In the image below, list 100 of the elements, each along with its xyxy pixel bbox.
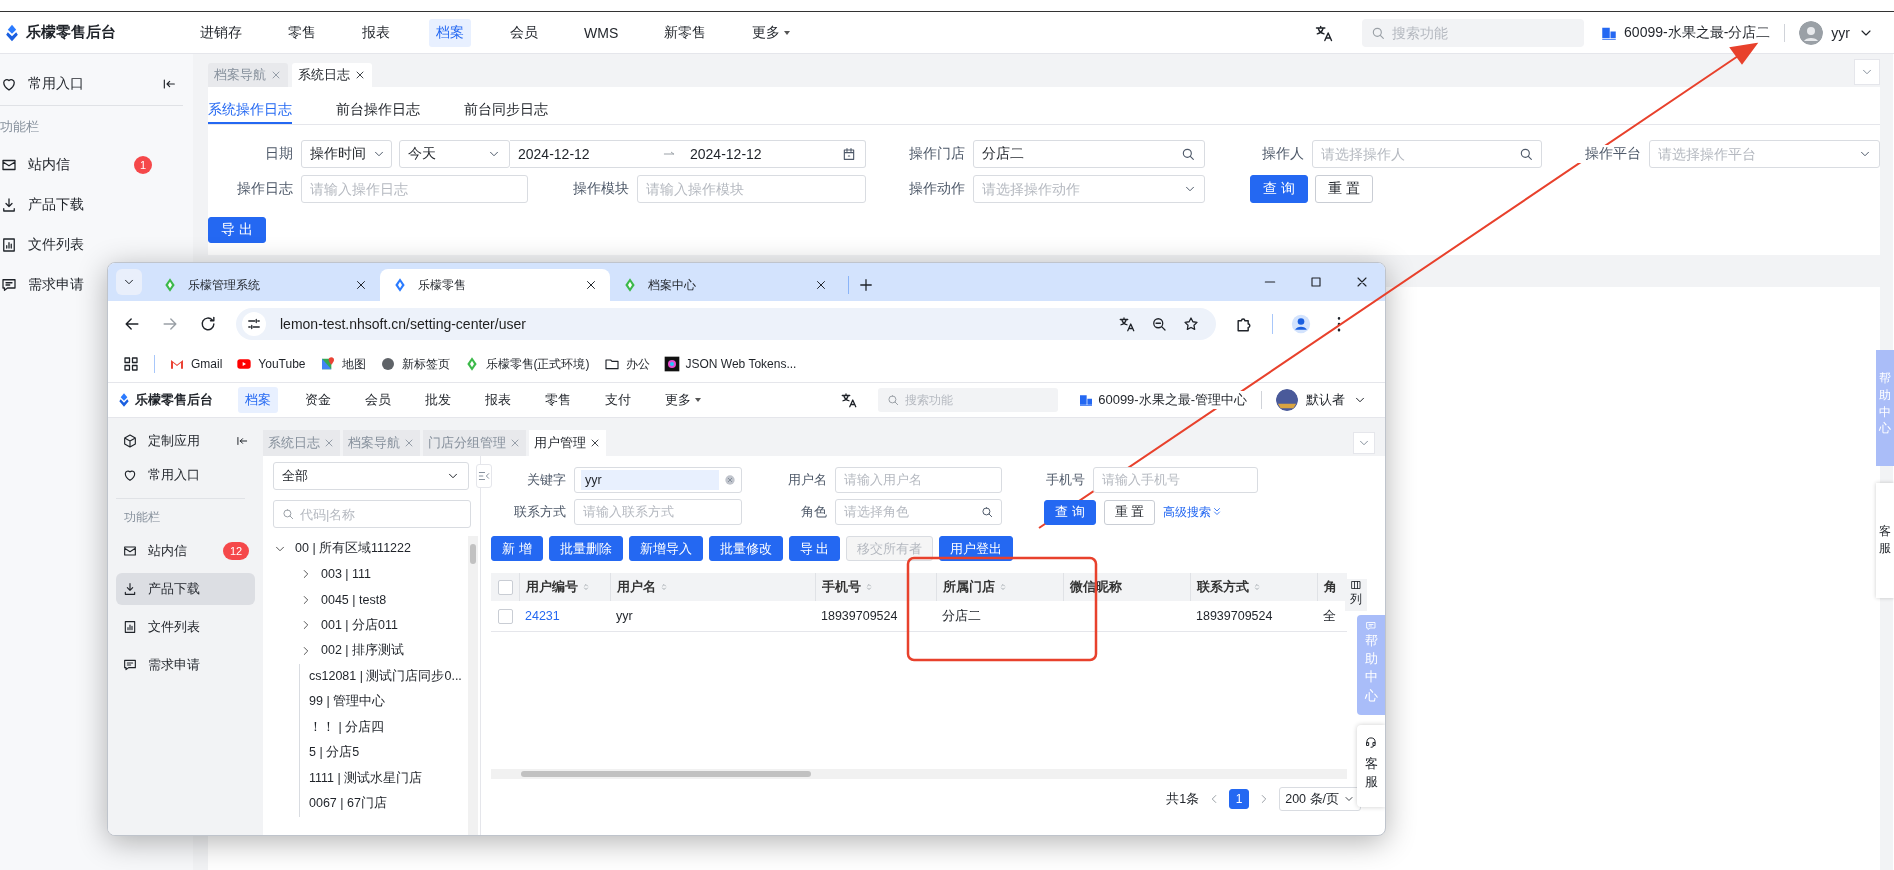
page-tab[interactable]: 系统日志: [292, 63, 372, 87]
browser-tab[interactable]: 乐檬零售: [380, 269, 610, 301]
nav-item[interactable]: 更多: [745, 18, 800, 47]
browser-tab[interactable]: 乐檬管理系统: [150, 269, 380, 301]
bookmark-link[interactable]: YouTube: [258, 357, 306, 371]
action-button[interactable]: 新 增: [491, 536, 543, 561]
customer-service-button[interactable]: 客服: [1357, 725, 1385, 807]
nav-item[interactable]: 新零售: [657, 18, 714, 47]
browser-tab[interactable]: 档案中心: [610, 269, 840, 301]
date-type-select[interactable]: 操作时间: [301, 140, 392, 168]
nav-item[interactable]: 会员: [503, 18, 545, 47]
bookmark-link[interactable]: 乐檬零售(正式环境): [485, 355, 590, 373]
sub-tab[interactable]: 系统操作日志: [208, 98, 292, 124]
nav-item[interactable]: 零售: [281, 18, 323, 47]
tree-search-field[interactable]: 代码|名称: [273, 500, 471, 528]
user-id-link[interactable]: 24231: [525, 609, 560, 623]
tree-item[interactable]: 5 | 分店5: [309, 744, 360, 762]
end-date-field[interactable]: 2024-12-12: [690, 146, 820, 162]
reset-button[interactable]: 重 置: [1103, 499, 1156, 525]
store-field[interactable]: 分店二: [973, 140, 1205, 168]
tree-item[interactable]: 001 | 分店011: [321, 616, 398, 634]
nav-item[interactable]: 档案: [238, 387, 278, 413]
column-header[interactable]: 角: [1324, 578, 1337, 596]
bookmark-link[interactable]: 办公: [625, 355, 650, 373]
tree-item[interactable]: 00 | 所有区域111222: [295, 540, 411, 558]
nav-item[interactable]: 零售: [538, 387, 578, 413]
action-button[interactable]: 批量修改: [708, 536, 783, 561]
column-header[interactable]: 用户编号: [526, 578, 592, 596]
search-field[interactable]: 搜索功能: [1362, 18, 1585, 47]
nav-item[interactable]: 报表: [478, 387, 518, 413]
module-field[interactable]: 请输入操作模块: [637, 175, 866, 203]
bookmark-link[interactable]: Gmail: [191, 357, 223, 371]
date-preset-select[interactable]: 今天: [399, 140, 510, 168]
bookmark-link[interactable]: 新标签页: [401, 355, 450, 373]
tree-item[interactable]: ！！ | 分店四: [309, 718, 385, 736]
action-button[interactable]: 导 出: [788, 536, 841, 561]
action-button[interactable]: 新增导入: [628, 536, 703, 561]
nav-item[interactable]: 批发: [418, 387, 458, 413]
column-header[interactable]: 所属门店: [943, 578, 1009, 596]
sidebar-item[interactable]: 需求申请: [0, 268, 90, 302]
tree-item[interactable]: 0067 | 67门店: [309, 795, 387, 813]
scope-select[interactable]: 全部: [273, 462, 469, 490]
bookmark-link[interactable]: 地图: [341, 355, 366, 373]
column-header[interactable]: 用户名: [617, 578, 670, 596]
phone-field[interactable]: 请输入手机号: [1093, 467, 1258, 493]
action-button[interactable]: 批量删除: [548, 536, 623, 561]
sidebar-item[interactable]: 文件列表: [0, 228, 90, 262]
nav-item[interactable]: 更多: [658, 387, 710, 413]
sidebar-item[interactable]: 定制应用: [148, 432, 200, 450]
address-bar[interactable]: lemon-test.nhsoft.cn/setting-center/user: [236, 307, 1216, 340]
search-field[interactable]: 搜索功能: [878, 388, 1059, 412]
nav-item[interactable]: 支付: [598, 387, 638, 413]
sidebar-item[interactable]: 站内信 12: [116, 535, 255, 567]
column-header[interactable]: 微信昵称: [1070, 578, 1122, 596]
store-name[interactable]: 60099-水果之最-分店二: [1624, 23, 1771, 42]
sub-tab[interactable]: 前台同步日志: [464, 98, 548, 124]
sidebar-item[interactable]: 常用入口: [148, 466, 200, 484]
role-select[interactable]: 请选择角色: [835, 499, 1002, 525]
query-button[interactable]: 查 询: [1250, 175, 1308, 203]
customer-service-button[interactable]: 客服: [1876, 483, 1894, 598]
user-name[interactable]: yyr: [1831, 24, 1850, 41]
page-tab[interactable]: 用户管理: [529, 430, 606, 456]
store-name[interactable]: 60099-水果之最-管理中心: [1098, 391, 1247, 409]
sidebar-item[interactable]: 常用入口: [28, 75, 84, 93]
export-button[interactable]: 导 出: [208, 217, 266, 243]
tree-item[interactable]: 003 | 111: [321, 567, 372, 582]
column-settings-button[interactable]: 列: [1345, 579, 1367, 611]
sidebar-item[interactable]: 产品下载: [0, 188, 90, 222]
sub-tab[interactable]: 前台操作日志: [336, 98, 420, 124]
tree-item[interactable]: 1111 | 测试水星门店: [309, 769, 423, 787]
nav-item[interactable]: 会员: [358, 387, 398, 413]
nav-item[interactable]: 资金: [298, 387, 338, 413]
sidebar-item[interactable]: 需求申请: [116, 649, 255, 681]
sidebar-item[interactable]: 站内信 1: [0, 148, 158, 182]
start-date-field[interactable]: 2024-12-12: [518, 146, 648, 162]
tree-item[interactable]: 99 | 管理中心: [309, 693, 386, 711]
nav-item[interactable]: 进销存: [193, 18, 249, 47]
query-button[interactable]: 查 询: [1044, 499, 1096, 525]
keyword-field[interactable]: yyr: [574, 467, 742, 493]
username-field[interactable]: 请输入用户名: [835, 467, 1002, 493]
user-name[interactable]: 默认者: [1306, 391, 1345, 409]
sidebar-item[interactable]: 产品下载: [116, 573, 255, 605]
platform-select[interactable]: 请选择操作平台: [1649, 140, 1880, 168]
page-button[interactable]: 1: [1229, 789, 1250, 809]
nav-item[interactable]: 报表: [355, 18, 397, 47]
column-header[interactable]: 手机号: [822, 578, 875, 596]
column-header[interactable]: 联系方式: [1197, 578, 1263, 596]
tree-item[interactable]: 002 | 排序测试: [321, 642, 405, 660]
reset-button[interactable]: 重 置: [1314, 175, 1373, 203]
operator-field[interactable]: 请选择操作人: [1312, 140, 1542, 168]
nav-item[interactable]: WMS: [577, 18, 626, 47]
bookmark-link[interactable]: JSON Web Tokens...: [685, 357, 797, 371]
tree-item[interactable]: 0045 | test8: [321, 592, 387, 607]
log-field[interactable]: 请输入操作日志: [301, 175, 528, 203]
advanced-search-link[interactable]: 高级搜索: [1163, 503, 1224, 521]
contact-field[interactable]: 请输入联系方式: [574, 499, 742, 525]
nav-item[interactable]: 档案: [429, 18, 471, 47]
sidebar-item[interactable]: 文件列表: [116, 611, 255, 643]
action-button[interactable]: 用户登出: [939, 536, 1014, 561]
action-select[interactable]: 请选择操作动作: [973, 175, 1205, 203]
